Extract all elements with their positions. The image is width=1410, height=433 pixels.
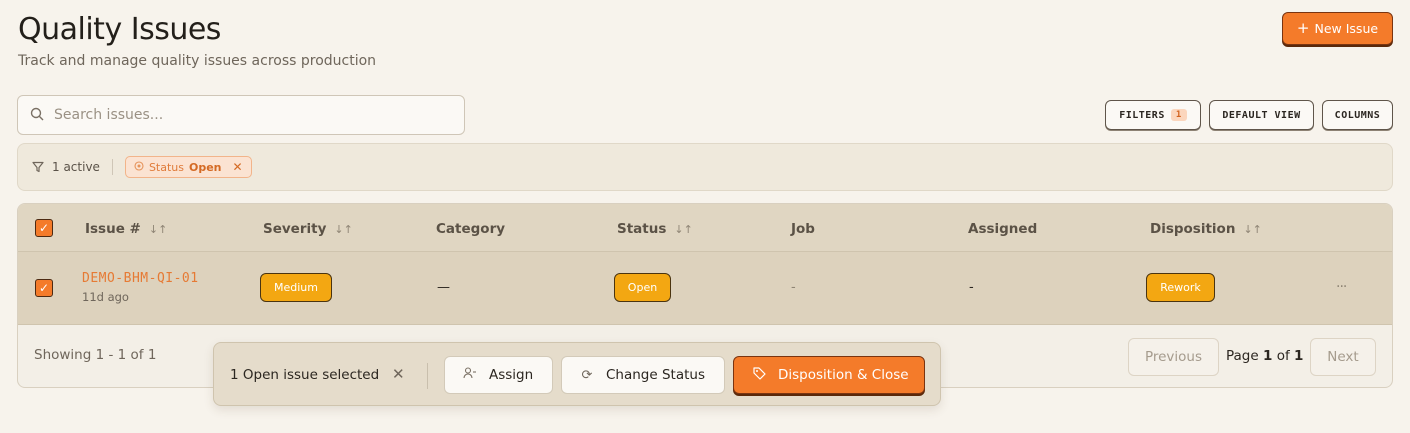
- page-title: Quality Issues: [18, 12, 221, 47]
- page-indicator: Page 1 of 1: [1226, 348, 1303, 364]
- divider: [427, 363, 428, 389]
- column-label: Category: [436, 221, 506, 237]
- clear-selection-icon[interactable]: ✕: [392, 365, 405, 383]
- chip-field: Status: [148, 160, 184, 174]
- severity-badge: Medium: [260, 273, 332, 302]
- column-label: Assigned: [968, 221, 1038, 237]
- assign-user-icon: [461, 367, 479, 383]
- disposition-close-label: Disposition & Close: [778, 367, 909, 383]
- sort-icon: ↓↑: [674, 222, 693, 236]
- column-label: Issue #: [85, 221, 141, 237]
- assigned-cell: -: [969, 280, 974, 295]
- issue-cell: DEMO-BHM-QI-01 11d ago: [82, 271, 199, 304]
- check-icon: ✓: [38, 221, 50, 235]
- filter-icon: [32, 158, 44, 177]
- column-job: Job: [791, 221, 815, 237]
- pagination-summary: Showing 1 - 1 of 1: [34, 347, 157, 363]
- column-severity[interactable]: Severity ↓↑: [263, 221, 353, 237]
- disposition-close-button[interactable]: Disposition & Close: [733, 356, 925, 394]
- page-subtitle: Track and manage quality issues across p…: [18, 53, 377, 69]
- new-issue-label: New Issue: [1314, 21, 1379, 36]
- columns-button[interactable]: COLUMNS: [1322, 100, 1393, 130]
- columns-label: COLUMNS: [1334, 109, 1381, 121]
- select-all-checkbox[interactable]: ✓: [35, 219, 53, 237]
- search-input[interactable]: [54, 107, 434, 123]
- column-disposition[interactable]: Disposition ↓↑: [1150, 221, 1262, 237]
- filter-chip-status[interactable]: Status Open ✕: [124, 156, 252, 178]
- filters-button[interactable]: FILTERS 1: [1105, 100, 1201, 130]
- total-pages: 1: [1294, 348, 1304, 364]
- new-issue-button[interactable]: + New Issue: [1282, 12, 1393, 45]
- current-page: 1: [1262, 348, 1273, 364]
- change-status-button[interactable]: ⟳ Change Status: [561, 356, 725, 394]
- assign-label: Assign: [489, 367, 534, 383]
- row-actions-icon[interactable]: ···: [1336, 279, 1347, 295]
- remove-filter-icon[interactable]: ✕: [233, 160, 243, 174]
- refresh-icon: ⟳: [581, 367, 593, 383]
- divider: [111, 159, 113, 175]
- default-view-button[interactable]: DEFAULT VIEW: [1209, 100, 1314, 130]
- column-category: Category: [436, 221, 505, 237]
- column-label: Job: [791, 221, 815, 237]
- assign-button[interactable]: Assign: [444, 356, 553, 394]
- column-issue-number[interactable]: Issue # ↓↑: [85, 221, 167, 237]
- search-box: [17, 95, 465, 135]
- issue-age: 11d ago: [82, 290, 129, 304]
- column-assigned: Assigned: [968, 221, 1037, 237]
- previous-page-button[interactable]: Previous: [1128, 338, 1219, 376]
- next-page-button[interactable]: Next: [1310, 338, 1376, 376]
- table-header: ✓ Issue # ↓↑ Severity ↓↑ Category Status ↓↑…: [18, 204, 1392, 252]
- column-label: Severity: [263, 221, 327, 237]
- plus-icon: +: [1296, 19, 1310, 37]
- filters-count-badge: 1: [1170, 109, 1187, 121]
- change-status-label: Change Status: [606, 367, 705, 383]
- sort-icon: ↓↑: [148, 222, 168, 236]
- status-circle-icon: [134, 160, 144, 174]
- tag-icon: [750, 366, 768, 384]
- column-label: Disposition: [1150, 221, 1236, 237]
- page-of-word: of: [1276, 348, 1290, 364]
- sort-icon: ↓↑: [1243, 222, 1262, 236]
- chip-value: Open: [189, 160, 222, 174]
- category-cell: —: [437, 280, 450, 295]
- row-checkbox[interactable]: ✓: [35, 279, 53, 297]
- table-row[interactable]: ✓ DEMO-BHM-QI-01 11d ago Medium — Open -…: [18, 252, 1392, 325]
- issue-id-link[interactable]: DEMO-BHM-QI-01: [82, 271, 199, 286]
- status-badge: Open: [614, 273, 671, 302]
- active-filter-count: 1 active: [52, 160, 100, 174]
- check-icon: ✓: [38, 281, 50, 295]
- search-icon: [30, 106, 44, 125]
- disposition-badge: Rework: [1146, 273, 1215, 302]
- page-word: Page: [1226, 348, 1259, 364]
- filters-label: FILTERS: [1119, 109, 1165, 121]
- bulk-selection-bar: 1 Open issue selected ✕ Assign ⟳ Change …: [213, 342, 941, 406]
- column-label: Status: [617, 221, 667, 237]
- job-cell: -: [791, 280, 796, 295]
- default-view-label: DEFAULT VIEW: [1222, 109, 1301, 121]
- active-filter-bar: 1 active Status Open ✕: [17, 143, 1393, 191]
- selection-count: 1 Open issue selected: [230, 367, 380, 383]
- column-status[interactable]: Status ↓↑: [617, 221, 693, 237]
- sort-icon: ↓↑: [334, 222, 353, 236]
